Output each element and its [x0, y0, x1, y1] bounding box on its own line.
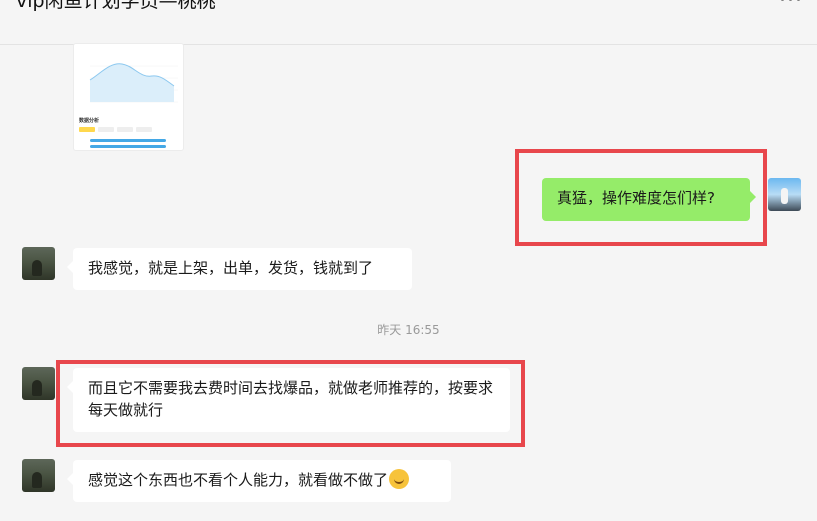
- chat-title: vip闲鱼计划学员—桃桃: [16, 0, 216, 12]
- message-text: 感觉这个东西也不看个人能力，就看做不做了: [88, 471, 389, 489]
- self-avatar[interactable]: [768, 178, 801, 211]
- more-options-button[interactable]: ···: [779, 0, 803, 13]
- message-bubble-outgoing: 真猛，操作难度怎们样?: [542, 178, 756, 221]
- message-bubble-incoming: 我感觉，就是上架，出单，发货，钱就到了: [67, 248, 412, 290]
- thumbnail-bar: [90, 139, 166, 142]
- message-timestamp: 昨天 16:55: [377, 323, 440, 337]
- thumbnail-bar: [90, 145, 166, 148]
- thumbnail-section-title: 数据分析: [79, 118, 100, 124]
- thumbnail-tab: [136, 127, 152, 132]
- thumbnail-area-chart: [89, 63, 178, 103]
- thumbnail-tabs: [79, 127, 152, 132]
- message-bubble-incoming: 感觉这个东西也不看个人能力，就看做不做了: [67, 460, 451, 502]
- contact-avatar[interactable]: [22, 367, 55, 400]
- shared-image-thumbnail[interactable]: 数据分析: [74, 44, 183, 150]
- thumbnail-tab: [117, 127, 133, 132]
- message-bubble-incoming: 而且它不需要我去费时间去找爆品，就做老师推荐的，按要求每天做就行: [67, 368, 510, 432]
- thumbnail-tab-active: [79, 127, 95, 132]
- contact-avatar[interactable]: [22, 459, 55, 492]
- contact-avatar[interactable]: [22, 247, 55, 280]
- chat-header: vip闲鱼计划学员—桃桃 ···: [0, 0, 817, 45]
- thumbnail-tab: [98, 127, 114, 132]
- sweat-smile-emoji-icon: [389, 469, 410, 489]
